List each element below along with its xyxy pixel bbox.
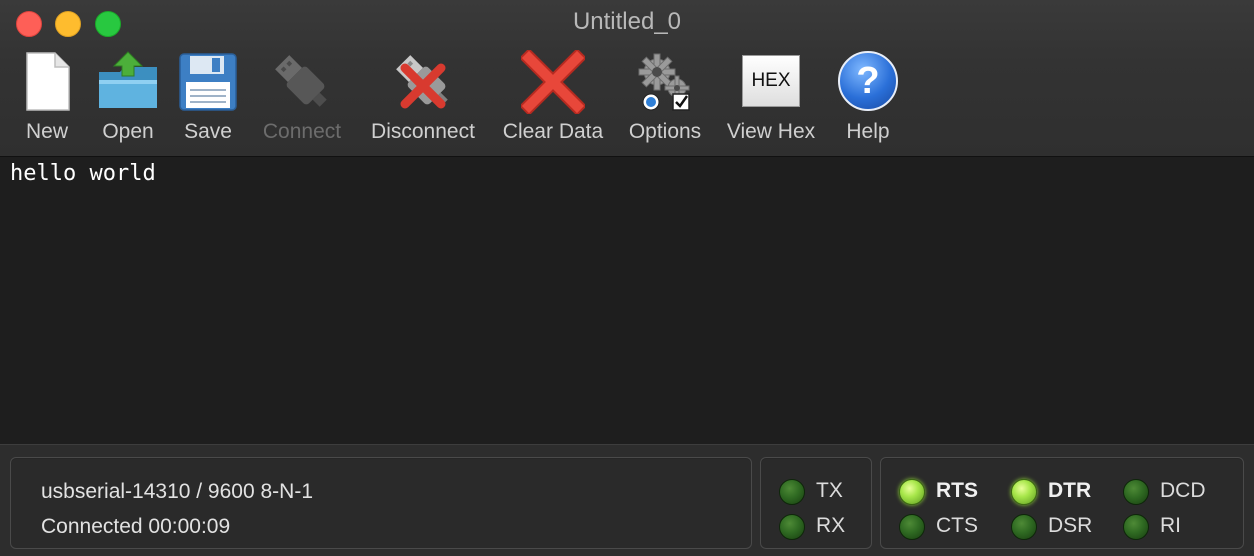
gear-options-icon xyxy=(638,53,690,111)
rx-label: RX xyxy=(816,514,846,537)
open-label: Open xyxy=(102,120,154,143)
app-window: Untitled_0 New Open Save Connect Disconn… xyxy=(0,0,1254,556)
usb-disconnect-icon xyxy=(396,55,448,109)
clear-data-button[interactable]: Clear Data xyxy=(496,50,610,148)
rts-label: RTS xyxy=(936,479,978,502)
ri-label: RI xyxy=(1160,514,1181,537)
help-label: Help xyxy=(846,120,890,143)
connection-info-panel: usbserial-14310 / 9600 8-N-1 Connected 0… xyxy=(10,457,752,549)
options-label: Options xyxy=(628,120,702,143)
save-button[interactable]: Save xyxy=(176,50,240,148)
cts-led xyxy=(899,514,925,540)
dsr-label: DSR xyxy=(1048,514,1093,537)
disconnect-label: Disconnect xyxy=(371,120,475,143)
status-bar: usbserial-14310 / 9600 8-N-1 Connected 0… xyxy=(0,444,1254,556)
dcd-led xyxy=(1123,479,1149,505)
control-lines-panel: RTS DTR DCD CTS DSR RI xyxy=(880,457,1244,549)
tx-led xyxy=(779,479,805,505)
floppy-disk-icon xyxy=(179,53,237,111)
open-button[interactable]: Open xyxy=(92,50,164,148)
ri-led xyxy=(1123,514,1149,540)
window-title: Untitled_0 xyxy=(572,8,682,35)
port-settings-text: usbserial-14310 / 9600 8-N-1 xyxy=(41,480,313,503)
save-label: Save xyxy=(184,120,232,143)
options-button[interactable]: Options xyxy=(622,50,708,148)
new-label: New xyxy=(25,120,68,143)
view-hex-label: View Hex xyxy=(726,120,816,143)
connect-button[interactable]: Connect xyxy=(254,50,350,148)
clear-data-label: Clear Data xyxy=(502,120,604,143)
new-document-icon xyxy=(26,52,70,111)
usb-plug-icon xyxy=(275,55,327,107)
tx-rx-panel: TX RX xyxy=(760,457,872,549)
cts-label: CTS xyxy=(936,514,978,537)
open-folder-icon xyxy=(99,51,157,108)
terminal-output[interactable]: hello world xyxy=(0,157,1254,444)
help-question-icon: ? xyxy=(838,51,898,111)
connection-status-text: Connected 00:00:09 xyxy=(41,515,231,538)
tx-label: TX xyxy=(816,479,843,502)
dtr-led xyxy=(1011,479,1037,505)
help-button[interactable]: ? Help xyxy=(834,50,902,148)
connect-label: Connect xyxy=(262,120,342,143)
new-button[interactable]: New xyxy=(14,50,80,148)
red-x-icon xyxy=(521,50,585,114)
rts-led xyxy=(899,479,925,505)
rx-led xyxy=(779,514,805,540)
dsr-led xyxy=(1011,514,1037,540)
title-bar: Untitled_0 New Open Save Connect Disconn… xyxy=(0,0,1254,157)
disconnect-button[interactable]: Disconnect xyxy=(362,50,484,148)
dtr-label: DTR xyxy=(1048,479,1092,502)
hex-icon: HEX xyxy=(742,55,800,107)
view-hex-button[interactable]: HEX View Hex xyxy=(720,50,822,148)
terminal-text: hello world xyxy=(10,161,156,186)
dcd-label: DCD xyxy=(1160,479,1206,502)
